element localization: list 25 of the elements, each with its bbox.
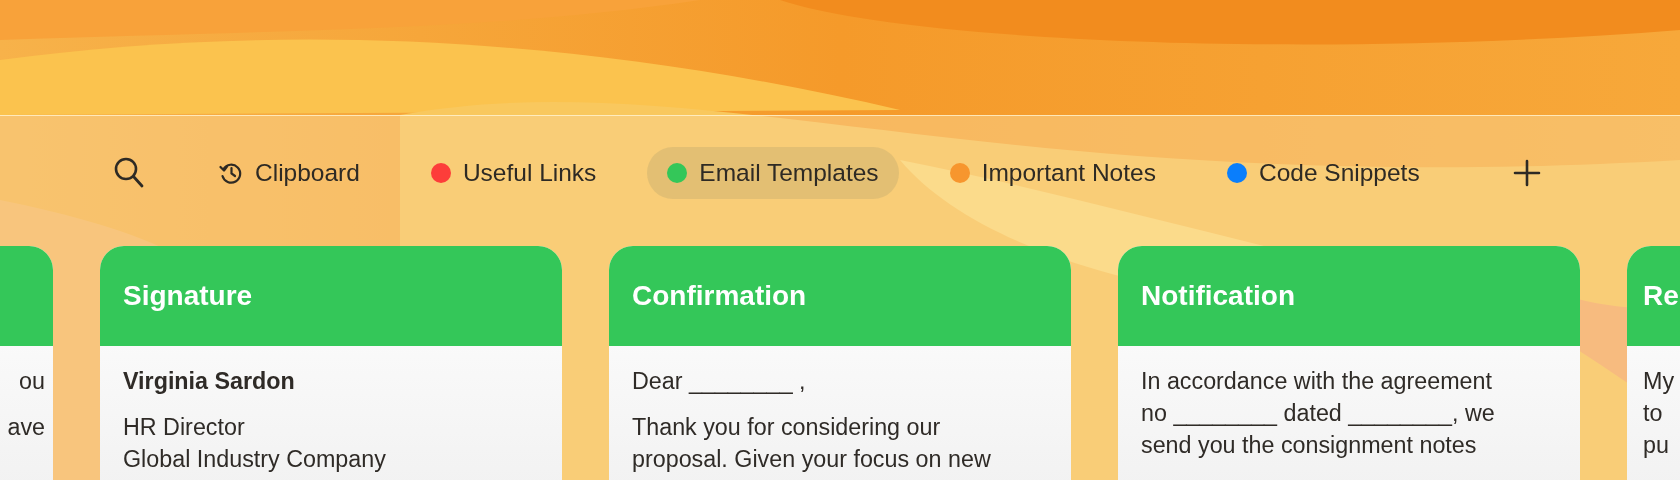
template-card[interactable]: Notification In accordance with the agreement no ________ dated ________, we send you the consignment notes [1118, 246, 1580, 480]
card-text: Dear ________ , [632, 367, 807, 396]
card-text: ave [7, 413, 45, 442]
collection-tab[interactable]: Code Snippets [1206, 147, 1440, 199]
template-card[interactable]: Signature Virginia Sardon HR Director Global Industry Company [100, 246, 562, 480]
collection-tab[interactable]: Clipboard [199, 147, 380, 199]
card-title: Confirmation [632, 280, 807, 312]
card-text: Thank you for considering our proposal. Given your focus on new [632, 413, 992, 474]
card-text: In accordance with the agreement no ________ dated ________, we send you the consignment notes [1141, 367, 1496, 460]
card-text: My to pu [1643, 367, 1676, 460]
card-title: Re [1643, 280, 1679, 312]
card-title: Signature [123, 280, 253, 312]
card-text: ou [19, 367, 45, 396]
template-card[interactable]: ou ave [0, 246, 53, 480]
collection-tab[interactable]: Email Templates [647, 147, 899, 199]
collection-tab[interactable]: Important Notes [929, 147, 1176, 199]
card-text: HR Director Global Industry Company [123, 413, 387, 474]
card-text: Virginia Sardon [123, 367, 296, 396]
plus-icon [1512, 159, 1541, 187]
card-title: Notification [1141, 280, 1295, 312]
template-card[interactable]: Re My to pu [1627, 246, 1680, 480]
collection-tab[interactable]: Useful Links [410, 147, 617, 199]
history-icon [219, 161, 243, 185]
search-icon [114, 157, 144, 189]
template-card[interactable]: Confirmation Dear ________ , Thank you for considering our proposal. Given your focus on new [609, 246, 1071, 480]
